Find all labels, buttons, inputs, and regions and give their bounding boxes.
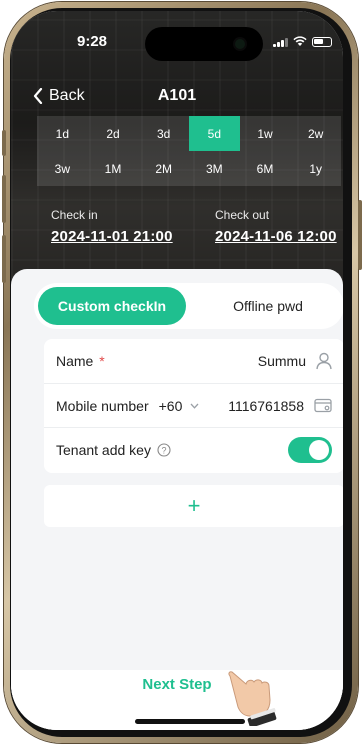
- camera-icon: [235, 39, 245, 49]
- chevron-down-icon[interactable]: [190, 403, 199, 409]
- duration-option-1w[interactable]: 1w: [239, 116, 291, 151]
- check-in-label: Check in: [51, 208, 98, 222]
- required-marker: *: [99, 353, 105, 369]
- duration-option-2M[interactable]: 2M: [138, 151, 189, 186]
- name-field[interactable]: Summu: [258, 353, 306, 369]
- duration-option-3M[interactable]: 3M: [189, 151, 240, 186]
- wifi-icon: [293, 36, 307, 46]
- page-title: A101: [157, 87, 197, 104]
- duration-option-2w[interactable]: 2w: [290, 116, 341, 151]
- check-in-block[interactable]: Check in 2024-11-01 21:00: [51, 208, 173, 245]
- tenant-key-label: Tenant add key: [56, 441, 151, 458]
- signal-icon: [273, 37, 288, 47]
- action-button: [2, 130, 6, 156]
- tab-custom-checkin[interactable]: Custom checkIn: [38, 287, 186, 325]
- duration-option-3w[interactable]: 3w: [37, 151, 88, 186]
- duration-option-1M[interactable]: 1M: [87, 151, 139, 186]
- duration-option-2d[interactable]: 2d: [87, 116, 139, 151]
- duration-option-1y[interactable]: 1y: [290, 151, 341, 186]
- volume-up-button: [2, 175, 6, 223]
- check-out-label: Check out: [215, 208, 270, 222]
- status-icons: [273, 36, 332, 47]
- help-icon[interactable]: ?: [157, 442, 171, 457]
- nav-bar: Back A101: [11, 83, 343, 113]
- mobile-label: Mobile number: [56, 397, 149, 414]
- plus-icon: +: [187, 493, 201, 518]
- country-code-select[interactable]: +60: [159, 398, 183, 414]
- mobile-row[interactable]: Mobile number +60 1116761858: [44, 383, 343, 427]
- add-tenant-button[interactable]: +: [44, 485, 343, 527]
- person-icon[interactable]: [316, 352, 332, 370]
- next-step-button[interactable]: Next Step: [11, 676, 343, 693]
- check-out-value[interactable]: 2024-11-06 12:00: [215, 228, 337, 245]
- tenant-key-toggle[interactable]: [288, 436, 332, 463]
- duration-option-1d[interactable]: 1d: [37, 116, 88, 151]
- duration-option-5d[interactable]: 5d: [189, 116, 240, 151]
- name-label: Name *: [56, 353, 105, 369]
- screen: 9:28 Back A101 1d 2d 3d 5d 1w 2w 3w 1M 2M 3M 6M 1y: [11, 11, 343, 730]
- duration-selector: 1d 2d 3d 5d 1w 2w 3w 1M 2M 3M 6M 1y: [37, 116, 341, 186]
- mobile-field[interactable]: 1116761858: [228, 398, 304, 414]
- duration-option-3d[interactable]: 3d: [138, 116, 189, 151]
- tenant-key-row: Tenant add key ?: [44, 427, 343, 471]
- footer: Next Step: [11, 670, 343, 730]
- power-button: [358, 200, 362, 270]
- form-sheet: Custom checkIn Offline pwd Name * Summu …: [11, 269, 343, 730]
- tenant-form: Name * Summu Mobile number +60 111676185…: [44, 339, 343, 473]
- contact-card-icon[interactable]: [314, 398, 332, 413]
- check-in-value[interactable]: 2024-11-01 21:00: [51, 228, 173, 245]
- status-bar: 9:28: [11, 27, 343, 61]
- tab-offline-pwd[interactable]: Offline pwd: [194, 287, 342, 325]
- check-out-block[interactable]: Check out 2024-11-06 12:00: [215, 208, 337, 245]
- duration-option-6M[interactable]: 6M: [239, 151, 291, 186]
- pointing-hand-icon: [228, 671, 277, 726]
- dynamic-island: [145, 27, 263, 61]
- mode-tabs: Custom checkIn Offline pwd: [34, 283, 343, 329]
- battery-icon: [312, 36, 332, 47]
- volume-down-button: [2, 235, 6, 283]
- svg-text:?: ?: [161, 445, 166, 455]
- status-time: 9:28: [77, 33, 108, 50]
- name-row[interactable]: Name * Summu: [44, 339, 343, 383]
